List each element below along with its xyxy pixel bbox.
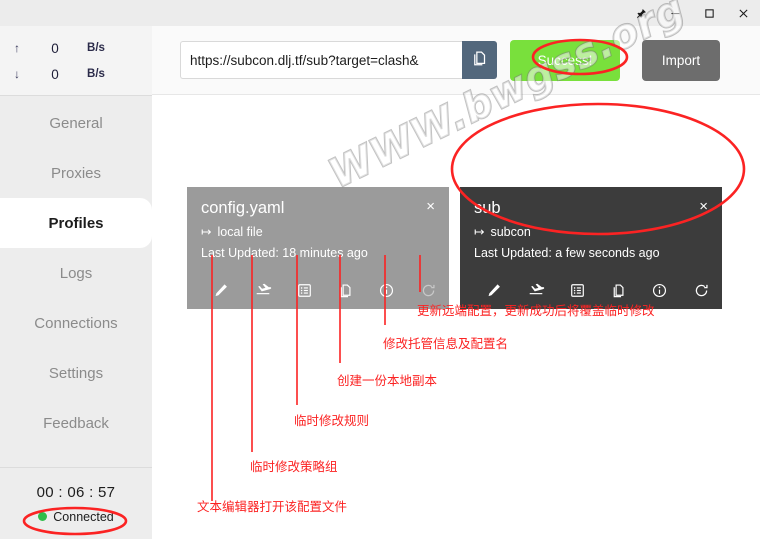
download-speed-unit: B/s xyxy=(87,68,105,80)
rules-icon[interactable] xyxy=(284,282,325,299)
profile-actions xyxy=(187,281,449,299)
profile-remove-icon[interactable]: × xyxy=(426,199,435,214)
profile-updated-label: Last Updated: a few seconds ago xyxy=(474,246,660,261)
sidebar-item-feedback[interactable]: Feedback xyxy=(0,398,152,448)
profile-title: sub xyxy=(474,199,501,217)
sidebar-item-label: Connections xyxy=(34,314,118,332)
rules-icon[interactable] xyxy=(557,282,598,299)
download-speed-row: ↓ 0 B/s xyxy=(0,61,152,87)
duplicate-icon[interactable] xyxy=(598,282,639,299)
profile-card-config-yaml[interactable]: config.yaml × ↦ local file Last Updated:… xyxy=(187,187,449,309)
source-arrow-icon: ↦ xyxy=(474,225,485,240)
sidebar-item-logs[interactable]: Logs xyxy=(0,248,152,298)
profile-source: ↦ subcon xyxy=(474,224,708,240)
sidebar-item-general[interactable]: General xyxy=(0,98,152,148)
traffic-stats: ↑ 0 B/s ↓ 0 B/s xyxy=(0,26,152,95)
upload-speed-row: ↑ 0 B/s xyxy=(0,35,152,61)
edit-icon[interactable] xyxy=(201,282,242,299)
info-icon[interactable] xyxy=(366,282,407,299)
sidebar-item-label: Settings xyxy=(48,364,104,382)
profile-source-label: subcon xyxy=(490,224,531,239)
pin-icon[interactable] xyxy=(624,0,658,26)
subscription-url-input[interactable]: https://subcon.dlj.tf/sub?target=clash& xyxy=(180,41,462,79)
status-dot-icon xyxy=(38,512,48,521)
profile-card-header: sub × xyxy=(474,199,708,217)
success-button-label: Success! xyxy=(537,52,593,68)
subscription-toolbar: https://subcon.dlj.tf/sub?target=clash& … xyxy=(152,26,760,95)
upload-speed-unit: B/s xyxy=(87,42,105,54)
refresh-icon[interactable] xyxy=(681,282,722,299)
profile-remove-icon[interactable]: × xyxy=(699,199,708,214)
profile-card-header: config.yaml × xyxy=(201,199,435,217)
sidebar-item-label: Profiles xyxy=(48,214,104,232)
profile-title: config.yaml xyxy=(201,199,285,217)
download-speed-value: 0 xyxy=(51,66,59,82)
main-content: https://subcon.dlj.tf/sub?target=clash& … xyxy=(152,26,760,539)
sidebar-item-label: Logs xyxy=(59,264,93,282)
sidebar-item-label: Feedback xyxy=(43,414,109,432)
import-button[interactable]: Import xyxy=(642,39,720,81)
source-arrow-icon: ↦ xyxy=(201,225,212,240)
sidebar-item-settings[interactable]: Settings xyxy=(0,348,152,398)
proxy-groups-icon[interactable] xyxy=(515,281,556,299)
profile-source-label: local file xyxy=(217,224,263,239)
info-icon[interactable] xyxy=(639,282,680,299)
success-button[interactable]: Success! xyxy=(510,39,620,81)
profile-card-list: config.yaml × ↦ local file Last Updated:… xyxy=(152,95,760,539)
maximize-icon[interactable] xyxy=(692,0,726,26)
uptime-timer: 00 : 06 : 57 xyxy=(36,483,116,501)
copy-url-button[interactable] xyxy=(462,41,497,79)
close-icon[interactable] xyxy=(726,0,760,26)
sidebar-item-proxies[interactable]: Proxies xyxy=(0,148,152,198)
sidebar-nav: General Proxies Profiles Logs Connection… xyxy=(0,96,152,448)
import-button-label: Import xyxy=(661,52,701,68)
sidebar-item-label: Proxies xyxy=(50,164,102,182)
status-panel: 00 : 06 : 57 Connected xyxy=(0,467,152,539)
download-arrow-icon: ↓ xyxy=(14,67,20,81)
profile-source: ↦ local file xyxy=(201,224,435,240)
status-badge: Connected xyxy=(53,509,114,524)
sidebar-item-connections[interactable]: Connections xyxy=(0,298,152,348)
minimize-icon[interactable] xyxy=(658,0,692,26)
profile-actions xyxy=(460,281,722,299)
profile-updated-label: Last Updated: 18 minutes ago xyxy=(201,246,368,261)
refresh-icon[interactable] xyxy=(408,282,449,299)
sidebar-item-profiles[interactable]: Profiles xyxy=(0,198,152,248)
upload-speed-value: 0 xyxy=(51,40,59,56)
edit-icon[interactable] xyxy=(474,282,515,299)
proxy-groups-icon[interactable] xyxy=(242,281,283,299)
duplicate-icon[interactable] xyxy=(325,282,366,299)
upload-arrow-icon: ↑ xyxy=(14,41,20,55)
connection-status: Connected xyxy=(38,509,114,524)
window-titlebar xyxy=(0,0,760,26)
app-window: ↑ 0 B/s ↓ 0 B/s General Proxies Profiles… xyxy=(0,0,760,539)
copy-icon xyxy=(471,49,489,72)
sidebar-item-label: General xyxy=(49,114,103,132)
sidebar: ↑ 0 B/s ↓ 0 B/s General Proxies Profiles… xyxy=(0,26,152,539)
profile-card-sub[interactable]: sub × ↦ subcon Last Updated: a few secon… xyxy=(460,187,722,309)
